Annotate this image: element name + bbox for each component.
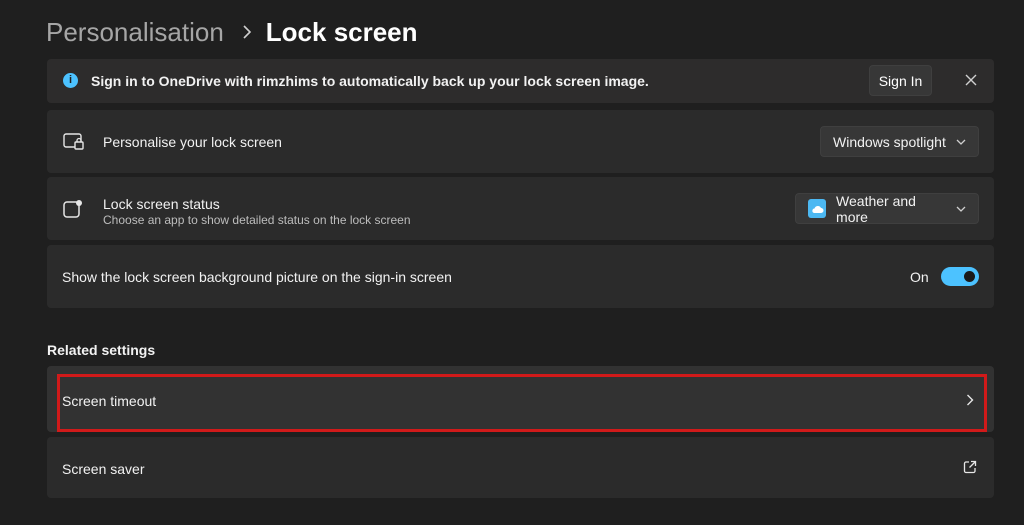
banner-message: Sign in to OneDrive with rimzhims to aut… <box>91 73 649 89</box>
chevron-right-icon <box>966 393 974 411</box>
onedrive-banner: i Sign in to OneDrive with rimzhims to a… <box>47 59 994 103</box>
weather-icon <box>808 199 827 218</box>
lock-screen-status-row: Lock screen status Choose an app to show… <box>47 177 994 240</box>
personalise-dropdown[interactable]: Windows spotlight <box>820 126 979 157</box>
toggle-state-label: On <box>910 269 929 285</box>
personalise-title: Personalise your lock screen <box>103 134 282 150</box>
background-picture-title: Show the lock screen background picture … <box>62 269 452 285</box>
chevron-right-icon <box>242 25 252 39</box>
page-title: Lock screen <box>265 16 418 47</box>
lock-screen-status-icon <box>63 199 83 224</box>
lock-screen-icon <box>63 133 85 156</box>
background-picture-row: Show the lock screen background picture … <box>47 245 994 308</box>
screen-timeout-row[interactable]: Screen timeout <box>47 366 994 432</box>
screen-saver-label: Screen saver <box>62 461 145 477</box>
personalise-lock-screen-row: Personalise your lock screen Windows spo… <box>47 110 994 173</box>
info-icon: i <box>63 73 78 88</box>
toggle-knob <box>964 271 975 282</box>
sign-in-button[interactable]: Sign In <box>869 65 932 96</box>
close-icon[interactable] <box>961 70 981 90</box>
breadcrumb: Personalisation Lock screen <box>46 14 418 50</box>
status-dropdown[interactable]: Weather and more <box>795 192 979 225</box>
chevron-down-icon <box>956 139 966 145</box>
related-settings-heading: Related settings <box>47 342 156 358</box>
screen-timeout-label: Screen timeout <box>62 393 157 409</box>
status-dropdown-value: Weather and more <box>836 192 916 225</box>
background-picture-toggle[interactable] <box>941 267 979 286</box>
breadcrumb-personalisation[interactable]: Personalisation <box>46 17 224 48</box>
external-link-icon <box>963 460 977 479</box>
status-title: Lock screen status <box>103 196 220 212</box>
chevron-down-icon <box>956 206 966 212</box>
status-subtitle: Choose an app to show detailed status on… <box>103 213 411 227</box>
personalise-dropdown-value: Windows spotlight <box>833 133 946 150</box>
screen-saver-row[interactable]: Screen saver <box>47 437 994 498</box>
